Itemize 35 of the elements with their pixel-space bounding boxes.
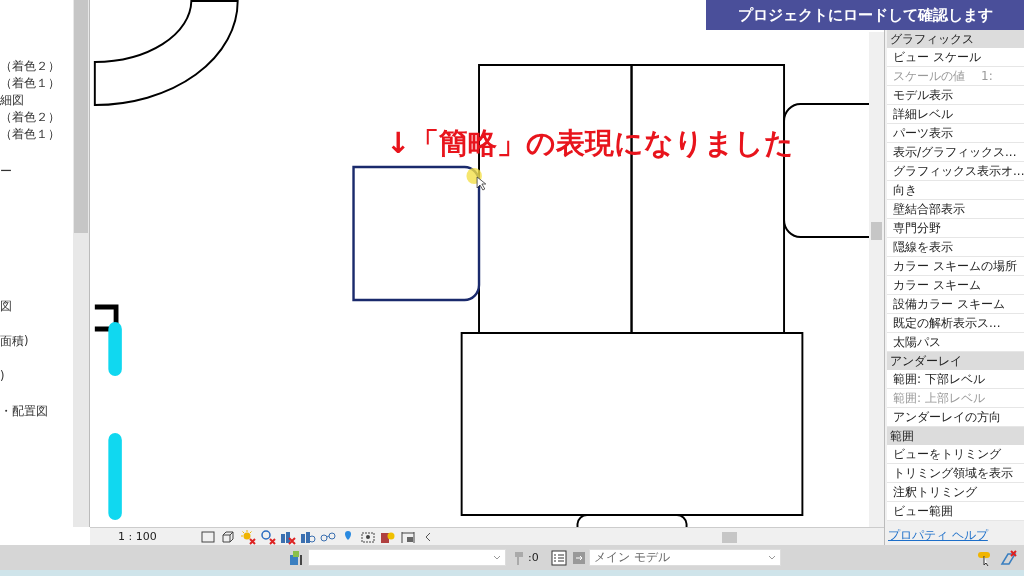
- browser-item[interactable]: 図: [0, 298, 73, 315]
- group-header[interactable]: アンダーレイ: [887, 352, 1024, 370]
- filter-icon[interactable]: [1000, 548, 1018, 567]
- group-header[interactable]: 範囲: [887, 427, 1024, 445]
- scrollbar-thumb[interactable]: [74, 0, 88, 233]
- scrollbar-thumb[interactable]: [722, 531, 737, 543]
- cursor-icon: [466, 168, 487, 191]
- browser-item[interactable]: ): [0, 368, 73, 385]
- browser-item[interactable]: （着色２）: [0, 58, 73, 75]
- browser-item[interactable]: ー: [0, 163, 73, 180]
- group-header[interactable]: グラフィックス: [887, 30, 1024, 48]
- sun-icon[interactable]: [240, 528, 256, 545]
- browser-item[interactable]: （着色１）: [0, 75, 73, 92]
- property-label[interactable]: 向き: [893, 181, 917, 199]
- chevron-down-icon: [767, 554, 776, 561]
- chevron-down-icon: [493, 554, 501, 561]
- model-dropdown[interactable]: メイン モデル: [588, 549, 781, 566]
- scrollbar-thumb[interactable]: [871, 222, 882, 240]
- help-link[interactable]: プロパティ ヘルプ: [888, 527, 988, 544]
- scrollbar[interactable]: [869, 32, 884, 527]
- browser-item[interactable]: 細図: [0, 92, 73, 109]
- count-label: :0: [528, 551, 539, 564]
- browser-item[interactable]: 面積): [0, 333, 73, 350]
- browser-item[interactable]: （着色２）: [0, 109, 73, 126]
- caption-banner: プロジェクトにロードして確認します: [706, 0, 1024, 30]
- scrollbar[interactable]: [73, 0, 89, 527]
- browser-item[interactable]: （着色１）: [0, 126, 73, 143]
- list-icon[interactable]: [550, 549, 567, 566]
- wall-segment-drawing: [108, 322, 122, 376]
- browser-item[interactable]: ・配置図: [0, 403, 73, 420]
- scale-label[interactable]: 1 : 100: [90, 530, 180, 543]
- bracket-drawing: [94, 304, 119, 332]
- cube-icon[interactable]: [220, 528, 236, 545]
- design-option-icon[interactable]: [570, 549, 587, 566]
- property-value: 1:: [981, 68, 993, 85]
